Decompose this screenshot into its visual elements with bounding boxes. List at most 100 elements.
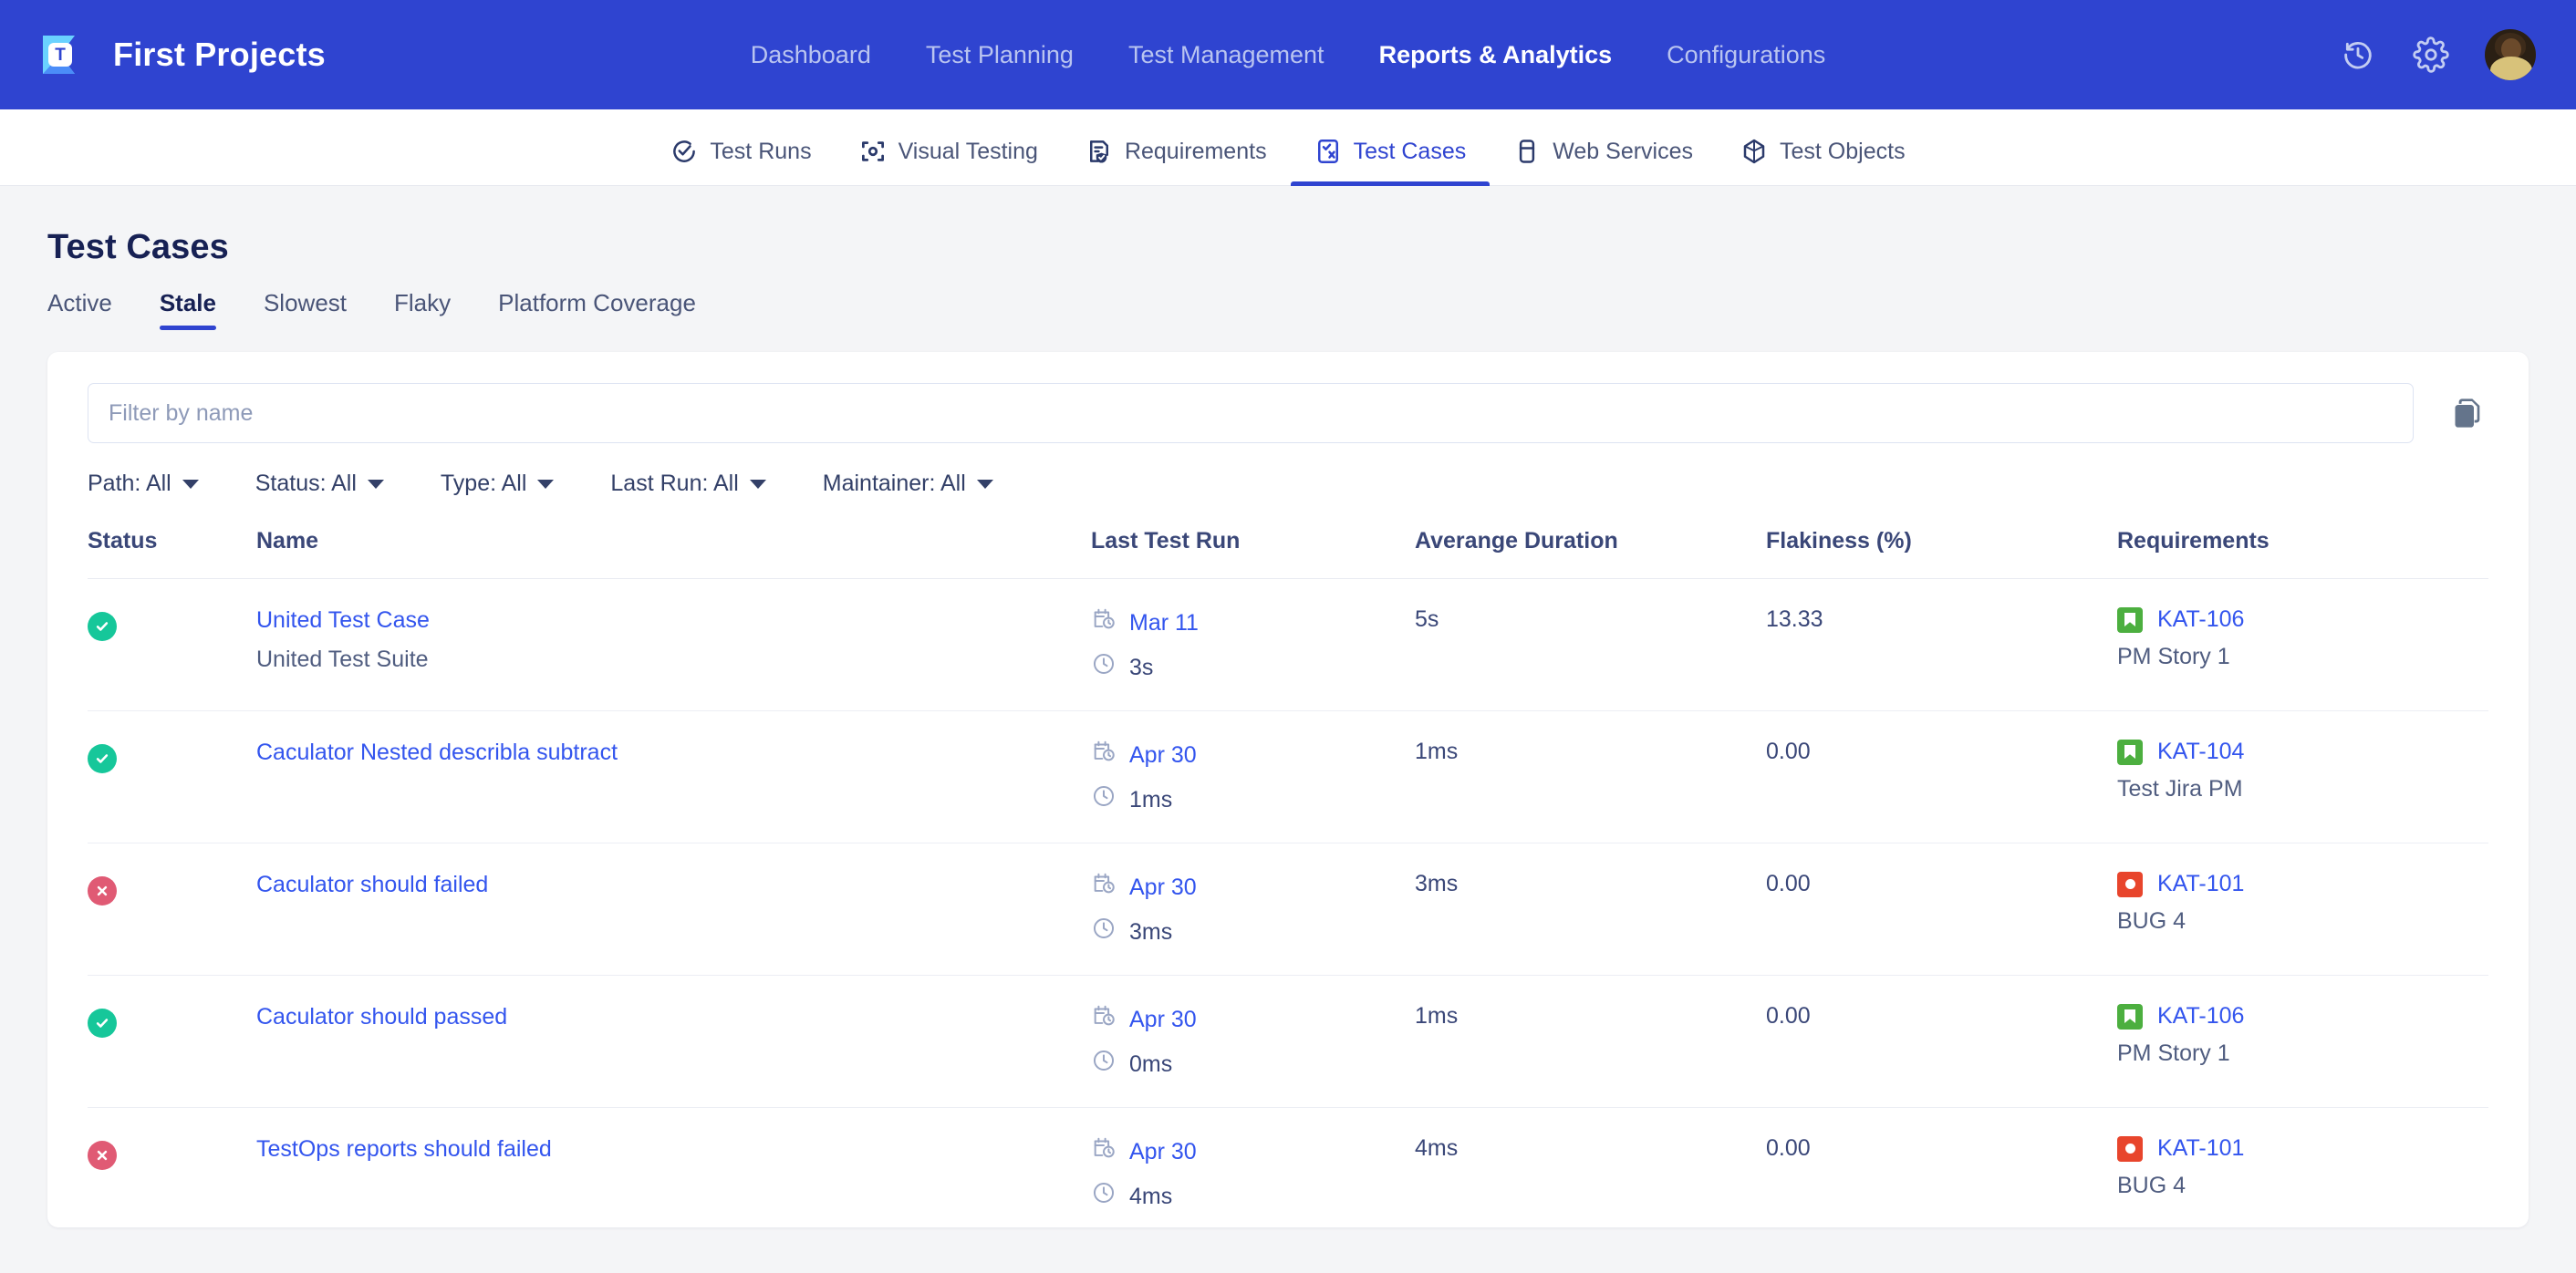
visual-testing-icon xyxy=(859,138,887,165)
test-case-name-link[interactable]: Caculator should failed xyxy=(256,871,1091,899)
requirement-key-link[interactable]: KAT-101 xyxy=(2157,871,2244,897)
search-input[interactable] xyxy=(88,383,2414,443)
column-header-flakiness[interactable]: Flakiness (%) xyxy=(1766,528,2117,579)
test-case-name-link[interactable]: United Test Case xyxy=(256,606,1091,635)
subtab-slowest[interactable]: Slowest xyxy=(240,289,370,330)
last-run-date-link[interactable]: Apr 30 xyxy=(1129,741,1197,769)
test-case-name-link[interactable]: Caculator should passed xyxy=(256,1003,1091,1031)
filter-chips: Path: All Status: All Type: All Last Run… xyxy=(88,471,2488,497)
chip-label: Last Run: All xyxy=(610,471,739,496)
table-row[interactable]: Caculator Nested describla subtract Apr … xyxy=(88,710,2488,843)
cell-average-duration: 3ms xyxy=(1415,843,1766,976)
requirement-summary: BUG 4 xyxy=(2117,1173,2186,1198)
subtab-active[interactable]: Active xyxy=(47,289,136,330)
filter-chip-status[interactable]: Status: All xyxy=(255,471,441,497)
story-icon xyxy=(2117,739,2143,765)
cell-average-duration: 4ms xyxy=(1415,1107,1766,1227)
filter-chip-maintainer[interactable]: Maintainer: All xyxy=(823,471,1050,497)
column-header-status[interactable]: Status xyxy=(88,528,256,579)
column-header-name[interactable]: Name xyxy=(256,528,1091,579)
cell-last-test-run: Apr 30 4ms xyxy=(1091,1107,1415,1227)
tab-test-runs[interactable]: Test Runs xyxy=(647,138,835,185)
tab-label: Requirements xyxy=(1124,138,1267,164)
requirement-key-link[interactable]: KAT-104 xyxy=(2157,739,2244,765)
nav-item-test-planning[interactable]: Test Planning xyxy=(898,0,1101,109)
test-case-name-link[interactable]: TestOps reports should failed xyxy=(256,1135,1091,1164)
table-body: United Test Case United Test Suite Mar 1… xyxy=(88,578,2488,1227)
filter-chip-last-run[interactable]: Last Run: All xyxy=(610,471,822,497)
calendar-icon xyxy=(1091,1003,1117,1035)
nav-item-dashboard[interactable]: Dashboard xyxy=(723,0,898,109)
last-run-date-link[interactable]: Apr 30 xyxy=(1129,874,1197,901)
cell-requirements: KAT-101 BUG 4 xyxy=(2117,1107,2488,1227)
cell-requirements: KAT-106 PM Story 1 xyxy=(2117,578,2488,711)
clock-icon xyxy=(1091,1048,1117,1080)
nav-item-reports-analytics[interactable]: Reports & Analytics xyxy=(1352,0,1640,109)
test-cases-card: Path: All Status: All Type: All Last Run… xyxy=(47,352,2529,1227)
status-failed-icon xyxy=(88,1141,117,1170)
requirement-key-link[interactable]: KAT-101 xyxy=(2157,1135,2244,1162)
requirement-line: KAT-104 xyxy=(2117,739,2488,765)
column-header-requirements[interactable]: Requirements xyxy=(2117,528,2488,579)
requirement-key-link[interactable]: KAT-106 xyxy=(2157,1003,2244,1030)
table-row[interactable]: Caculator should failed Apr 30 3ms 3ms 0… xyxy=(88,843,2488,976)
calendar-icon xyxy=(1091,606,1117,638)
chevron-down-icon xyxy=(749,479,766,489)
cell-flakiness: 13.33 xyxy=(1766,578,2117,711)
nav-item-configurations[interactable]: Configurations xyxy=(1639,0,1853,109)
last-run-date-link[interactable]: Mar 11 xyxy=(1129,609,1199,636)
nav-item-test-management[interactable]: Test Management xyxy=(1101,0,1352,109)
report-tabs: Test Runs Visual Testing Requirements Te… xyxy=(0,109,2576,186)
cell-flakiness: 0.00 xyxy=(1766,1107,2117,1227)
table-row[interactable]: TestOps reports should failed Apr 30 4ms… xyxy=(88,1107,2488,1227)
subtab-stale[interactable]: Stale xyxy=(136,289,240,330)
page-title: Test Cases xyxy=(47,228,229,266)
cell-last-test-run: Mar 11 3s xyxy=(1091,578,1415,711)
story-icon xyxy=(2117,606,2143,633)
requirement-line: KAT-106 xyxy=(2117,606,2488,633)
tab-web-services[interactable]: Web Services xyxy=(1490,138,1717,185)
filter-chip-path[interactable]: Path: All xyxy=(88,471,255,497)
column-header-average-duration[interactable]: Averange Duration xyxy=(1415,528,1766,579)
chevron-down-icon xyxy=(367,479,384,489)
table-row[interactable]: United Test Case United Test Suite Mar 1… xyxy=(88,578,2488,711)
page-subtabs: Active Stale Slowest Flaky Platform Cove… xyxy=(47,289,2529,330)
brand[interactable]: T First Projects xyxy=(40,30,326,79)
cell-flakiness: 0.00 xyxy=(1766,710,2117,843)
tab-visual-testing[interactable]: Visual Testing xyxy=(836,138,1062,185)
cell-status xyxy=(88,710,256,843)
copy-icon[interactable] xyxy=(2446,392,2488,434)
history-icon[interactable] xyxy=(2339,36,2377,74)
cell-last-test-run: Apr 30 3ms xyxy=(1091,843,1415,976)
test-case-name-link[interactable]: Caculator Nested describla subtract xyxy=(256,739,1091,767)
cell-average-duration: 1ms xyxy=(1415,710,1766,843)
requirement-key-link[interactable]: KAT-106 xyxy=(2157,606,2244,633)
tab-label: Test Runs xyxy=(710,138,812,164)
cell-status xyxy=(88,975,256,1108)
chevron-down-icon xyxy=(182,479,199,489)
cell-flakiness: 0.00 xyxy=(1766,975,2117,1108)
status-passed-icon xyxy=(88,744,117,773)
clock-icon xyxy=(1091,651,1117,683)
last-run-date-link[interactable]: Apr 30 xyxy=(1129,1138,1197,1165)
requirement-line: KAT-101 xyxy=(2117,1135,2488,1162)
tab-requirements[interactable]: Requirements xyxy=(1062,138,1291,185)
last-run-date-line: Apr 30 xyxy=(1091,871,1415,903)
subtab-flaky[interactable]: Flaky xyxy=(370,289,474,330)
last-run-duration-line: 3s xyxy=(1091,651,1415,683)
table-header: Status Name Last Test Run Averange Durat… xyxy=(88,528,2488,579)
status-passed-icon xyxy=(88,1009,117,1038)
avatar[interactable] xyxy=(2485,29,2536,80)
top-header-bar: T First Projects Dashboard Test Planning… xyxy=(0,0,2576,109)
subtab-platform-coverage[interactable]: Platform Coverage xyxy=(474,289,720,330)
last-run-duration-line: 0ms xyxy=(1091,1048,1415,1080)
tab-test-objects[interactable]: Test Objects xyxy=(1717,138,1929,185)
table-row[interactable]: Caculator should passed Apr 30 0ms 1ms 0… xyxy=(88,975,2488,1108)
gear-icon[interactable] xyxy=(2412,36,2450,74)
column-header-last-test-run[interactable]: Last Test Run xyxy=(1091,528,1415,579)
tab-test-cases[interactable]: Test Cases xyxy=(1290,138,1491,186)
cell-status xyxy=(88,578,256,711)
filter-chip-type[interactable]: Type: All xyxy=(441,471,611,497)
last-run-duration: 0ms xyxy=(1129,1050,1173,1077)
last-run-date-link[interactable]: Apr 30 xyxy=(1129,1006,1197,1033)
